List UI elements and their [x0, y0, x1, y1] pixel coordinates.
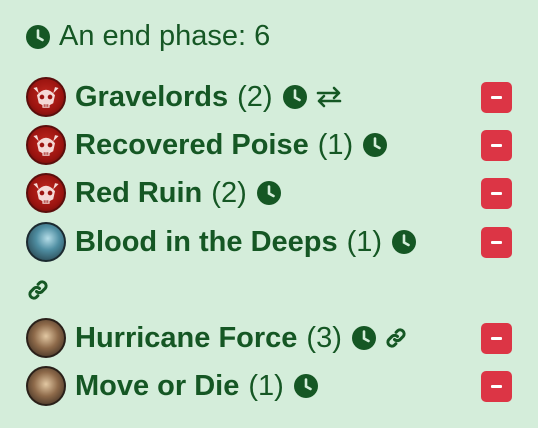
- avatar: [26, 173, 66, 213]
- ability-row-red-ruin: Red Ruin (2): [26, 173, 512, 213]
- skull-emblem-icon: [28, 79, 64, 115]
- minus-icon: [491, 385, 502, 388]
- phase-header: An end phase: 6: [26, 20, 270, 53]
- remove-button[interactable]: [481, 130, 512, 161]
- ability-name: Recovered Poise: [75, 128, 309, 161]
- remove-button[interactable]: [481, 323, 512, 354]
- remove-button[interactable]: [481, 227, 512, 258]
- skull-emblem-icon: [28, 175, 64, 211]
- minus-icon: [491, 241, 502, 244]
- link-icon[interactable]: [26, 278, 50, 302]
- avatar: [26, 318, 66, 358]
- ability-count: (1): [317, 128, 354, 161]
- ability-name: Red Ruin: [75, 176, 203, 209]
- ability-count: (2): [237, 80, 273, 113]
- clock-icon: [363, 133, 387, 157]
- ability-name: Hurricane Force: [75, 321, 298, 354]
- minus-icon: [491, 192, 502, 195]
- clock-icon: [26, 25, 50, 49]
- minus-icon: [491, 144, 502, 147]
- link-indicator: [26, 278, 50, 307]
- ability-name: Gravelords: [75, 80, 229, 113]
- avatar: [26, 125, 66, 165]
- clock-icon: [392, 230, 416, 254]
- ability-row-gravelords: Gravelords (2): [26, 77, 512, 117]
- ability-row-hurricane-force: Hurricane Force (3): [26, 318, 512, 358]
- ability-name: Blood in the Deeps: [75, 225, 338, 258]
- remove-button[interactable]: [481, 178, 512, 209]
- link-icon[interactable]: [384, 326, 408, 350]
- ability-count: (3): [306, 321, 342, 354]
- avatar: [26, 222, 66, 262]
- ability-count: (1): [346, 225, 383, 258]
- skull-emblem-icon: [28, 127, 64, 163]
- clock-icon: [257, 181, 281, 205]
- ability-count: (1): [248, 369, 284, 402]
- remove-button[interactable]: [481, 371, 512, 402]
- ability-count: (2): [211, 176, 247, 209]
- remove-button[interactable]: [481, 82, 512, 113]
- ability-row-blood-in-the-deeps: Blood in the Deeps (1): [26, 222, 512, 262]
- phase-title: An end phase: 6: [59, 20, 271, 52]
- avatar: [26, 77, 66, 117]
- ability-row-move-or-die: Move or Die (1): [26, 366, 512, 406]
- clock-icon: [294, 374, 318, 398]
- ability-name: Move or Die: [75, 369, 240, 402]
- minus-icon: [491, 337, 502, 340]
- avatar: [26, 366, 66, 406]
- swap-icon[interactable]: [315, 85, 343, 109]
- clock-icon: [352, 326, 376, 350]
- minus-icon: [491, 96, 502, 99]
- clock-icon: [283, 85, 307, 109]
- ability-row-recovered-poise: Recovered Poise (1): [26, 125, 512, 165]
